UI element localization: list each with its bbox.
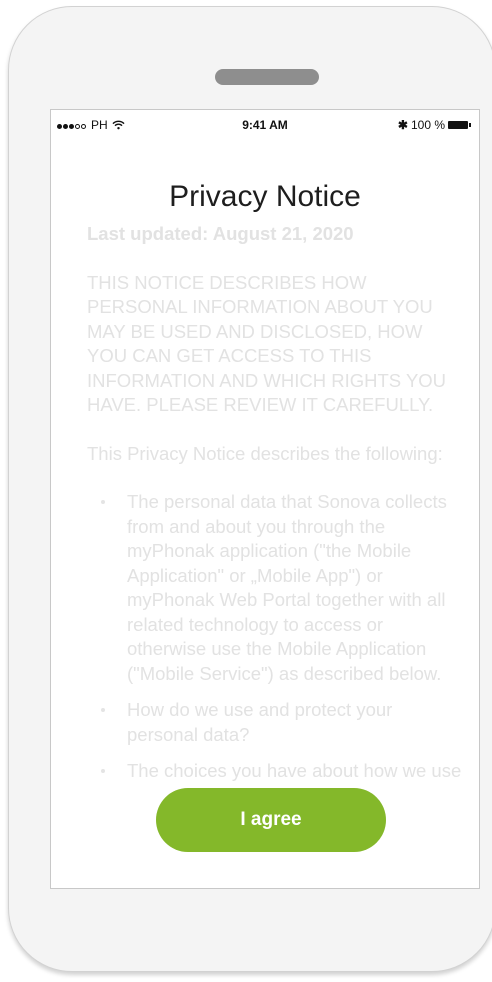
- notice-paragraph: THIS NOTICE DESCRIBES HOW PERSONAL INFOR…: [87, 271, 447, 416]
- points-list: The personal data that Sonova collects f…: [87, 490, 465, 784]
- bluetooth-icon: ✱: [397, 118, 408, 132]
- phone-speaker: [215, 69, 319, 85]
- status-bar: PH 9:41 AM ✱ 100 %: [51, 110, 479, 140]
- phone-frame: PH 9:41 AM ✱ 100 % Privacy Notice Last u…: [8, 6, 492, 972]
- intro-paragraph: This Privacy Notice describes the follow…: [87, 442, 443, 464]
- app-screen: PH 9:41 AM ✱ 100 % Privacy Notice Last u…: [50, 109, 480, 889]
- list-item: The choices you have about how we use: [87, 759, 465, 784]
- battery-icon: [448, 121, 471, 129]
- list-item: How do we use and protect your personal …: [87, 698, 465, 747]
- page-title: Privacy Notice: [169, 180, 361, 213]
- privacy-notice-content[interactable]: Last updated: August 21, 2020 THIS NOTIC…: [87, 222, 465, 796]
- battery-percent: 100 %: [410, 118, 445, 132]
- status-right: ✱ 100 %: [398, 118, 471, 132]
- agree-button[interactable]: I agree: [156, 788, 386, 852]
- last-updated: Last updated: August 21, 2020: [87, 223, 354, 244]
- list-item: The personal data that Sonova collects f…: [87, 490, 465, 686]
